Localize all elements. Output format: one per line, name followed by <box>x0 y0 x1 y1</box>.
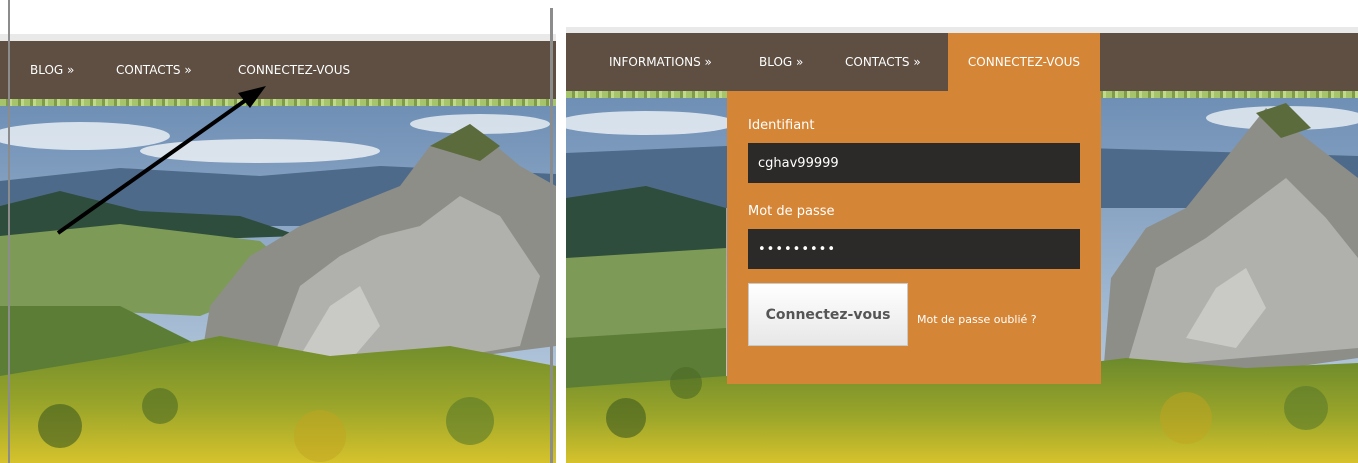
mountain-landscape <box>0 106 556 463</box>
main-nav: INFORMATIONS » BLOG » CONTACTS » CONNECT… <box>566 33 1358 91</box>
right-panel-border <box>550 8 553 463</box>
hero-image <box>0 106 556 463</box>
nav-connectez-vous-active[interactable]: CONNECTEZ-VOUS <box>948 33 1100 91</box>
nav-contacts[interactable]: CONTACTS » <box>116 41 192 99</box>
password-label: Mot de passe <box>748 204 835 219</box>
nav-contacts[interactable]: CONTACTS » <box>845 33 921 91</box>
left-panel-border <box>8 0 10 463</box>
nav-informations[interactable]: INFORMATIONS » <box>609 33 712 91</box>
screenshot-left: BLOG » CONTACTS » CONNECTEZ-VOUS <box>0 0 556 463</box>
nav-connectez-vous[interactable]: CONNECTEZ-VOUS <box>238 41 350 99</box>
nav-blog[interactable]: BLOG » <box>759 33 803 91</box>
login-submit-button[interactable]: Connectez-vous <box>748 283 908 346</box>
username-field[interactable] <box>748 143 1080 183</box>
decorative-border <box>0 99 556 106</box>
forgot-password-link[interactable]: Mot de passe oublié ? <box>917 313 1037 326</box>
password-field[interactable] <box>748 229 1080 269</box>
top-border <box>0 34 556 41</box>
screenshot-right: INFORMATIONS » BLOG » CONTACTS » CONNECT… <box>566 0 1358 463</box>
nav-blog[interactable]: BLOG » <box>30 41 74 99</box>
username-label: Identifiant <box>748 118 815 133</box>
login-dropdown: Identifiant Mot de passe Connectez-vous … <box>727 91 1101 384</box>
main-nav: BLOG » CONTACTS » CONNECTEZ-VOUS <box>0 41 556 99</box>
